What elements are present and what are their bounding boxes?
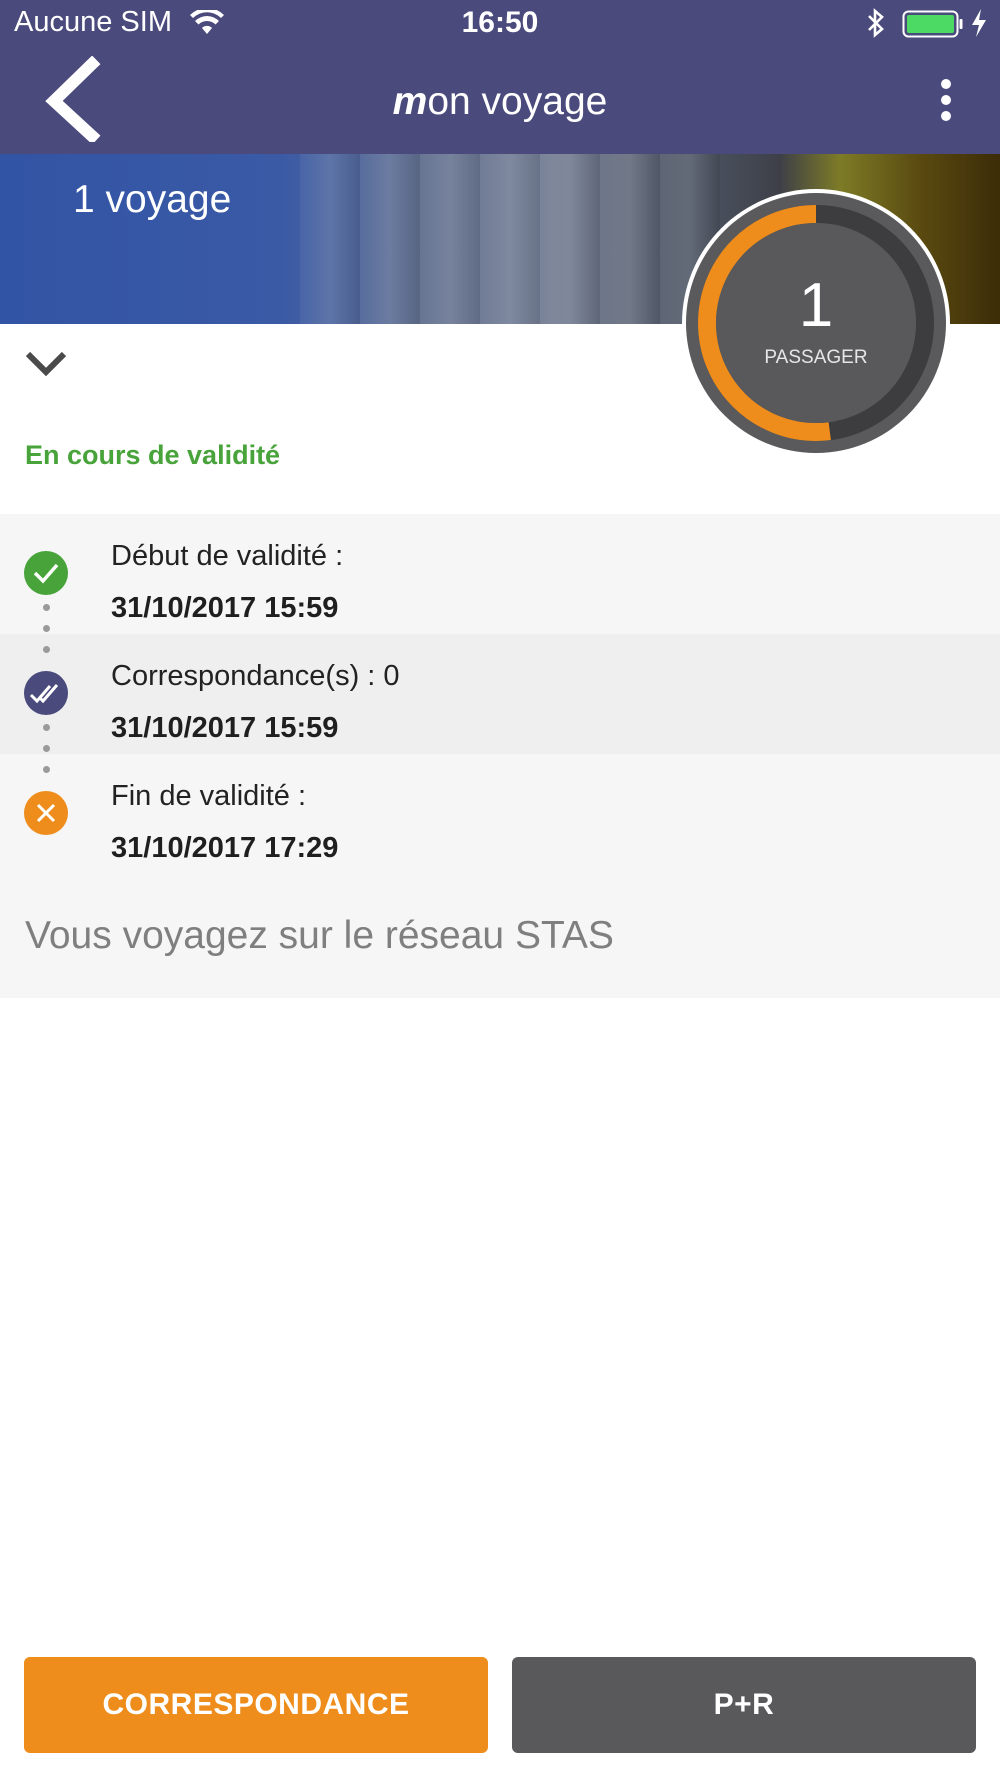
battery-icon: [902, 10, 963, 38]
page-title-prefix: m: [392, 80, 428, 123]
validity-status: En cours de validité: [25, 440, 281, 470]
timeline-label: Fin de validité :: [111, 780, 307, 812]
trip-count: 1 voyage: [73, 178, 232, 221]
top-bar: Aucune SIM 16:50 mon voyage: [0, 0, 1000, 154]
page-title-rest: on voyage: [427, 80, 608, 123]
park-and-ride-button[interactable]: P+R: [512, 1657, 976, 1753]
timeline-value: 31/10/2017 15:59: [111, 592, 339, 624]
charging-icon: [972, 9, 986, 37]
clock: 16:50: [461, 6, 539, 39]
screen: Aucune SIM 16:50 mon voyage 1 voyage 1 P…: [0, 0, 1000, 1778]
chevron-down-icon[interactable]: [22, 346, 70, 382]
bluetooth-icon: [868, 8, 884, 38]
double-check-icon: [24, 671, 68, 715]
timeline-connector: [43, 724, 50, 787]
hero-background-image: [300, 154, 720, 324]
timeline-label: Début de validité :: [111, 540, 344, 572]
close-icon: [24, 791, 68, 835]
page-title: mon voyage: [0, 80, 1000, 124]
more-options-button[interactable]: [928, 78, 964, 124]
check-icon: [24, 551, 68, 595]
network-info: Vous voyagez sur le réseau STAS: [25, 914, 614, 957]
timeline-connector: [43, 604, 50, 667]
correspondance-button[interactable]: CORRESPONDANCE: [24, 1657, 488, 1753]
timeline-value: 31/10/2017 15:59: [111, 712, 339, 744]
timeline-row-transfer: Correspondance(s) : 0 31/10/2017 15:59: [0, 634, 1000, 754]
passenger-label: PASSAGER: [764, 347, 868, 368]
timeline-row-start: Début de validité : 31/10/2017 15:59: [0, 514, 1000, 634]
passenger-count: 1: [798, 271, 834, 340]
timeline-value: 31/10/2017 17:29: [111, 832, 339, 864]
timeline-row-end: Fin de validité : 31/10/2017 17:29: [0, 754, 1000, 874]
timeline-label: Correspondance(s) : 0: [111, 660, 400, 692]
